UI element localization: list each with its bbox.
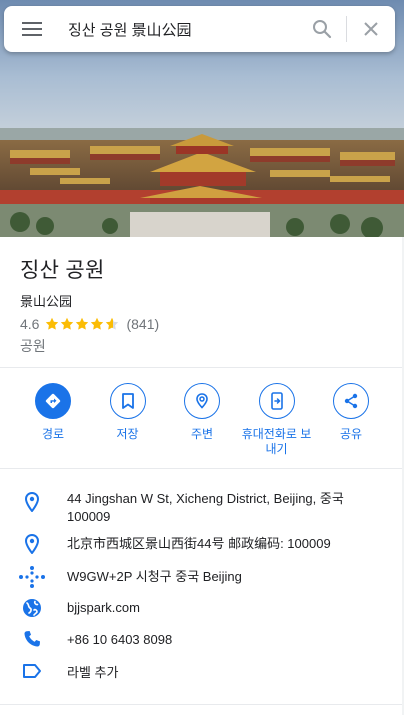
location-pin-icon (25, 534, 39, 554)
location-pin-icon (25, 492, 39, 512)
local-address-text: 北京市西城区景山西街44号 邮政编码: 100009 (67, 536, 331, 551)
plus-code-icon (19, 566, 45, 588)
save-label: 저장 (116, 427, 139, 441)
save-circle (109, 383, 146, 419)
phone-icon (24, 631, 40, 647)
place-category[interactable]: 공원 (20, 336, 384, 356)
clear-search-button[interactable] (347, 6, 395, 52)
share-icon (344, 393, 358, 409)
nearby-icon (196, 393, 208, 409)
website-row[interactable]: bjjspark.com (0, 597, 404, 629)
star-icon (61, 317, 74, 330)
star-rating (45, 317, 120, 331)
search-button[interactable] (298, 6, 346, 52)
plus-code-row[interactable]: W9GW+2P 시청구 중국 Beijing (0, 566, 404, 597)
address-text: 44 Jingshan W St, Xicheng District, Beij… (67, 491, 344, 524)
star-icon (76, 317, 89, 330)
phone-row[interactable]: +86 10 6403 8098 (0, 629, 404, 661)
nearby-button[interactable]: 주변 (165, 383, 239, 457)
directions-label: 경로 (41, 427, 65, 441)
add-label-row[interactable]: 라벨 추가 (0, 661, 404, 693)
bookmark-icon (121, 393, 134, 409)
menu-button[interactable] (4, 6, 60, 52)
search-box (4, 6, 395, 52)
divider (0, 367, 404, 368)
send-to-phone-button[interactable]: 휴대전화로 보내기 (240, 383, 314, 457)
divider (0, 704, 404, 705)
plus-code-text: W9GW+2P 시청구 중국 Beijing (67, 569, 242, 584)
star-icon (46, 317, 59, 330)
address-row[interactable]: 44 Jingshan W St, Xicheng District, Beij… (0, 484, 404, 533)
place-info-list: 44 Jingshan W St, Xicheng District, Beij… (0, 484, 404, 693)
share-label: 공유 (339, 427, 363, 441)
nearby-label: 주변 (190, 427, 214, 441)
place-title: 징산 공원 (20, 259, 105, 282)
search-icon (313, 20, 332, 39)
star-icon (106, 317, 119, 330)
send-to-phone-icon (270, 392, 283, 410)
nearby-circle (184, 383, 220, 419)
phone-number[interactable]: +86 10 6403 8098 (67, 629, 172, 649)
local-address-row[interactable]: 北京市西城区景山西街44号 邮政编码: 100009 (0, 533, 404, 566)
divider (0, 468, 404, 469)
place-subtitle: 景山公园 (20, 294, 73, 309)
send-to-phone-circle (258, 383, 295, 419)
search-input[interactable] (60, 6, 298, 52)
rating-row: 4.6 (841) (20, 316, 384, 332)
action-buttons: 경로 저장 주변 휴대전화로 보내기 공유 (16, 383, 388, 457)
review-count-link[interactable]: (841) (126, 316, 159, 332)
rating-value: 4.6 (20, 316, 40, 332)
website-link[interactable]: bjjspark.com (67, 597, 140, 617)
directions-icon (45, 393, 61, 409)
share-button[interactable]: 공유 (314, 383, 388, 457)
directions-button[interactable]: 경로 (16, 383, 90, 457)
add-label-text: 라벨 추가 (67, 665, 119, 680)
directions-circle (35, 383, 71, 419)
send-to-phone-label: 휴대전화로 보내기 (241, 427, 312, 456)
globe-icon (23, 599, 41, 617)
share-circle (333, 383, 369, 419)
close-icon (364, 22, 378, 36)
place-header: 징산 공원 景山公园 4.6 (841) 공원 (0, 237, 404, 356)
star-icon (91, 317, 104, 330)
menu-icon (22, 22, 42, 36)
save-button[interactable]: 저장 (91, 383, 165, 457)
label-icon (23, 664, 41, 678)
